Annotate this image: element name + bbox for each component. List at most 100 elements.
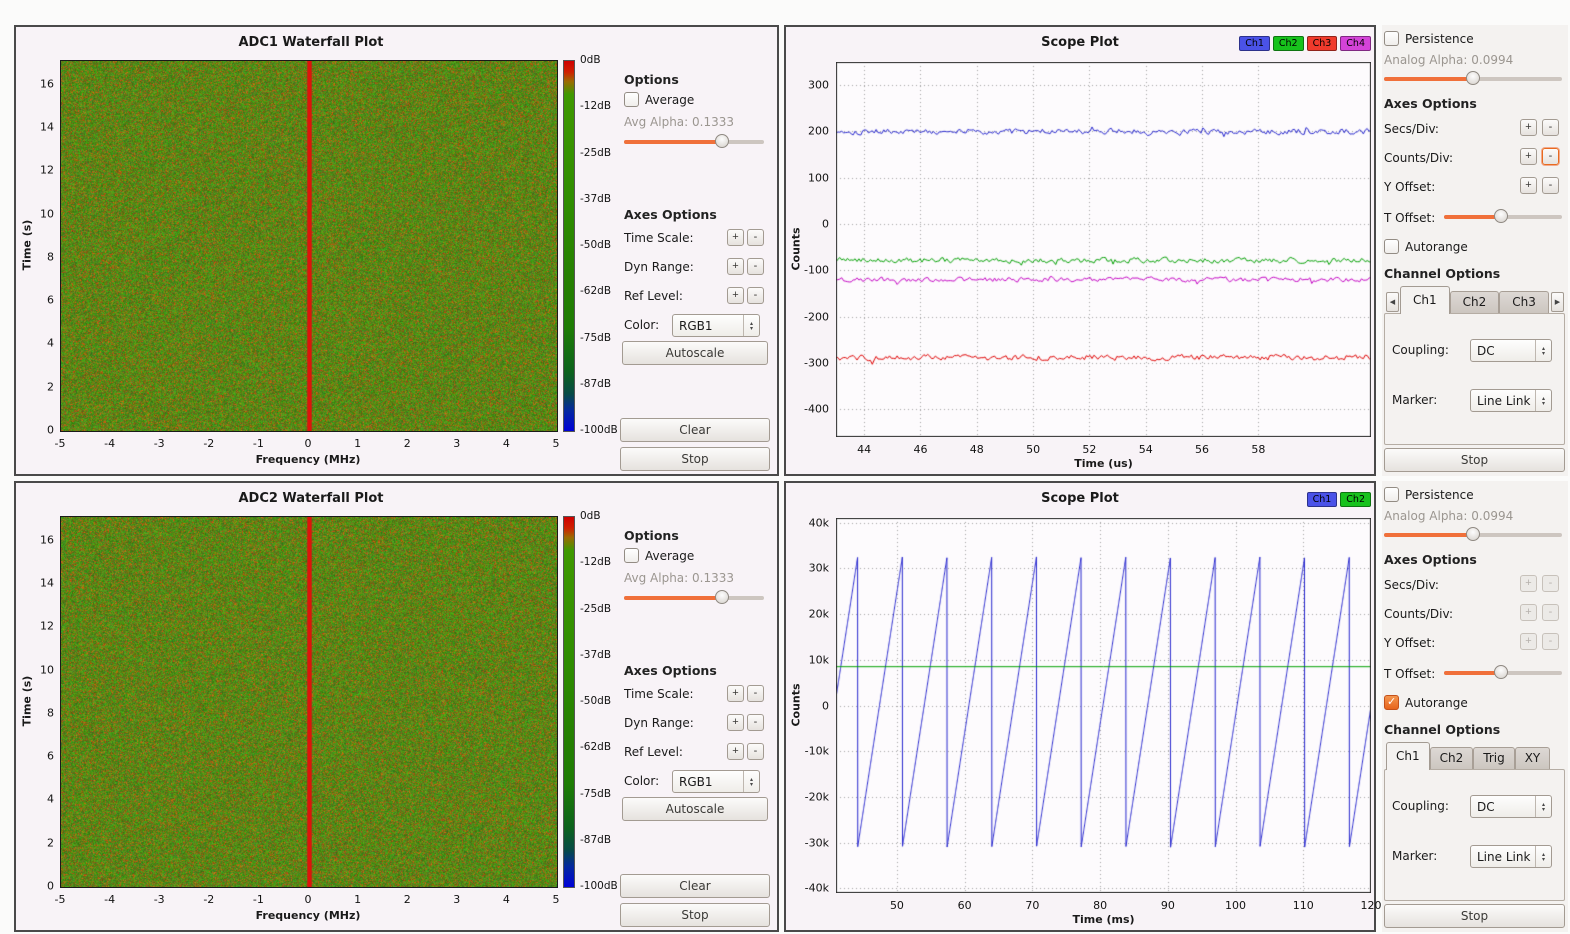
time-scale-increase-button[interactable]: + — [727, 229, 744, 246]
autoscale-button[interactable]: Autoscale — [622, 797, 768, 821]
coupling-select[interactable]: DC ▴▾ — [1470, 339, 1552, 362]
marker-select[interactable]: Line Link ▴▾ — [1470, 389, 1552, 412]
analog-alpha-label: Analog Alpha: 0.0994 — [1384, 53, 1513, 67]
dyn-range-increase-button[interactable]: + — [727, 258, 744, 275]
clear-button[interactable]: Clear — [620, 874, 770, 898]
average-checkbox[interactable] — [624, 548, 639, 563]
counts-div-decrease-button[interactable]: - — [1542, 604, 1559, 621]
stop-button[interactable]: Stop — [1384, 904, 1565, 928]
spinner-down-icon[interactable]: ▾ — [1542, 351, 1545, 356]
avg-alpha-slider[interactable] — [624, 590, 764, 605]
ref-level-increase-button[interactable]: + — [727, 287, 744, 304]
legend-chip-ch1[interactable]: Ch1 — [1239, 36, 1270, 51]
coupling-select[interactable]: DC ▴▾ — [1470, 795, 1552, 818]
secs-div-decrease-button[interactable]: - — [1542, 575, 1559, 592]
scope-plot-canvas[interactable] — [836, 518, 1371, 893]
waterfall-plot-canvas[interactable] — [60, 60, 558, 432]
scope-plot-canvas[interactable] — [836, 62, 1371, 437]
counts-div-decrease-button[interactable]: - — [1542, 148, 1559, 165]
legend-chip-ch2[interactable]: Ch2 — [1340, 492, 1371, 507]
secs-div-decrease-button[interactable]: - — [1542, 119, 1559, 136]
tick-label: -100dB — [580, 880, 618, 892]
spinner-icons[interactable]: ▴▾ — [1535, 796, 1551, 817]
average-checkbox[interactable] — [624, 92, 639, 107]
avg-alpha-slider[interactable] — [624, 134, 764, 149]
tab-ch1[interactable]: Ch1 — [1386, 742, 1430, 770]
secs-div-increase-button[interactable]: + — [1520, 119, 1537, 136]
stop-button[interactable]: Stop — [1384, 448, 1565, 472]
t-offset-slider[interactable] — [1444, 665, 1562, 680]
spinner-icons[interactable]: ▴▾ — [1535, 846, 1551, 867]
spinner-down-icon[interactable]: ▾ — [1542, 401, 1545, 406]
autoscale-button[interactable]: Autoscale — [622, 341, 768, 365]
legend-chip-ch3[interactable]: Ch3 — [1307, 36, 1338, 51]
slider-handle[interactable] — [1466, 527, 1480, 541]
tab-xy[interactable]: XY — [1515, 747, 1551, 769]
color-select[interactable]: RGB1 ▴▾ — [672, 314, 760, 337]
dyn-range-decrease-button[interactable]: - — [747, 714, 764, 731]
stop-button[interactable]: Stop — [620, 447, 770, 471]
slider-handle[interactable] — [1494, 209, 1508, 223]
time-scale-decrease-button[interactable]: - — [747, 229, 764, 246]
analog-alpha-slider[interactable] — [1384, 71, 1562, 86]
legend-chip-ch1[interactable]: Ch1 — [1307, 492, 1338, 507]
spinner-icons[interactable]: ▴▾ — [743, 315, 759, 336]
ref-level-increase-button[interactable]: + — [727, 743, 744, 760]
dyn-range-increase-button[interactable]: + — [727, 714, 744, 731]
autorange-checkbox-row[interactable]: Autorange — [1384, 239, 1468, 254]
spinner-icons[interactable]: ▴▾ — [1535, 390, 1551, 411]
tab-trig[interactable]: Trig — [1473, 747, 1514, 769]
tick-label: 0dB — [580, 510, 601, 522]
ref-level-decrease-button[interactable]: - — [747, 743, 764, 760]
tick-label: -50dB — [580, 695, 611, 707]
spinner-icons[interactable]: ▴▾ — [1535, 340, 1551, 361]
tab-ch2[interactable]: Ch2 — [1450, 291, 1500, 313]
slider-handle[interactable] — [715, 590, 729, 604]
legend-chip-ch4[interactable]: Ch4 — [1340, 36, 1371, 51]
marker-select[interactable]: Line Link ▴▾ — [1470, 845, 1552, 868]
slider-handle[interactable] — [715, 134, 729, 148]
autorange-checkbox-row[interactable]: Autorange — [1384, 695, 1468, 710]
color-select[interactable]: RGB1 ▴▾ — [672, 770, 760, 793]
spinner-down-icon[interactable]: ▾ — [750, 782, 753, 787]
clear-button[interactable]: Clear — [620, 418, 770, 442]
spinner-icons[interactable]: ▴▾ — [743, 771, 759, 792]
dyn-range-decrease-button[interactable]: - — [747, 258, 764, 275]
analog-alpha-slider[interactable] — [1384, 527, 1562, 542]
time-scale-decrease-button[interactable]: - — [747, 685, 764, 702]
average-checkbox-row[interactable]: Average — [624, 92, 694, 107]
tab-ch3[interactable]: Ch3 — [1499, 291, 1549, 313]
spinner-down-icon[interactable]: ▾ — [1542, 807, 1545, 812]
t-offset-slider[interactable] — [1444, 209, 1562, 224]
persistence-checkbox[interactable] — [1384, 487, 1399, 502]
average-checkbox-row[interactable]: Average — [624, 548, 694, 563]
y-offset-decrease-button[interactable]: - — [1542, 177, 1559, 194]
ref-level-decrease-button[interactable]: - — [747, 287, 764, 304]
autorange-checkbox[interactable] — [1384, 695, 1399, 710]
persistence-checkbox-row[interactable]: Persistence — [1384, 31, 1474, 46]
slider-handle[interactable] — [1466, 71, 1480, 85]
tab-ch2[interactable]: Ch2 — [1430, 747, 1474, 769]
y-offset-decrease-button[interactable]: - — [1542, 633, 1559, 650]
persistence-checkbox-row[interactable]: Persistence — [1384, 487, 1474, 502]
spinner-down-icon[interactable]: ▾ — [750, 326, 753, 331]
t-offset-label: T Offset: — [1384, 211, 1435, 225]
tab-scroll-left-icon[interactable]: ◀ — [1386, 292, 1399, 312]
y-offset-increase-button[interactable]: + — [1520, 177, 1537, 194]
tab-ch1[interactable]: Ch1 — [1400, 286, 1450, 314]
x-axis-label: Time (ms) — [836, 913, 1371, 926]
time-scale-increase-button[interactable]: + — [727, 685, 744, 702]
spinner-down-icon[interactable]: ▾ — [1542, 857, 1545, 862]
legend-chip-ch2[interactable]: Ch2 — [1273, 36, 1304, 51]
stop-button[interactable]: Stop — [620, 903, 770, 927]
y-offset-increase-button[interactable]: + — [1520, 633, 1537, 650]
counts-div-increase-button[interactable]: + — [1520, 604, 1537, 621]
waterfall-plot-canvas[interactable] — [60, 516, 558, 888]
persistence-checkbox[interactable] — [1384, 31, 1399, 46]
tab-scroll-right-icon[interactable]: ▶ — [1551, 292, 1564, 312]
slider-handle[interactable] — [1494, 665, 1508, 679]
autorange-checkbox[interactable] — [1384, 239, 1399, 254]
scope1-plot-panel: Scope Plot Ch1Ch2Ch3Ch4 Counts Time (us)… — [784, 25, 1376, 476]
secs-div-increase-button[interactable]: + — [1520, 575, 1537, 592]
counts-div-increase-button[interactable]: + — [1520, 148, 1537, 165]
